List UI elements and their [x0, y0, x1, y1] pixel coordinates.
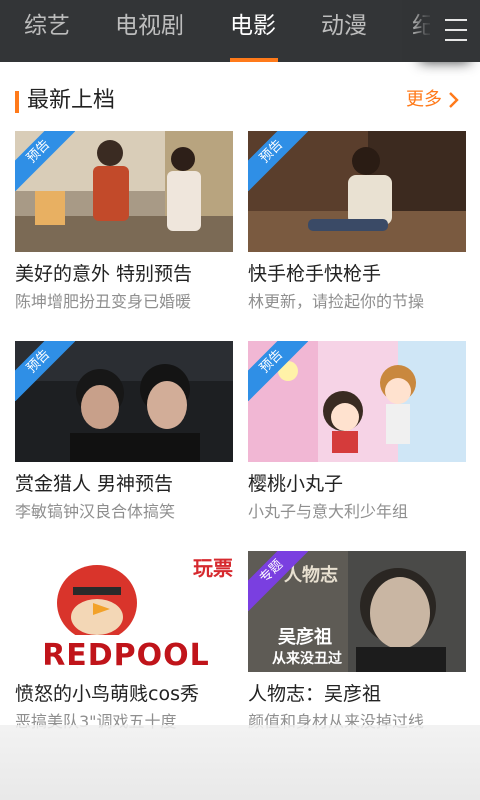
video-subtitle: 小丸子与意大利少年组 [248, 502, 409, 521]
video-thumbnail[interactable]: REDPOOL 玩票 [15, 551, 233, 672]
video-title[interactable]: 愤怒的小鸟萌贱cos秀 [15, 681, 233, 707]
video-thumbnail[interactable]: 人物志 吴彦祖 从来没丑过 专题 [248, 551, 466, 672]
video-card[interactable]: 预告 樱桃小丸子 小丸子与意大利少年组 [248, 341, 466, 523]
preview-badge: 预告 [15, 341, 75, 401]
tab-variety[interactable]: 综艺 [24, 10, 70, 42]
video-subtitle: 林更新，请捡起你的节操 [248, 292, 425, 311]
category-tab-bar: 综艺 电视剧 电影 动漫 纪 [0, 0, 480, 62]
preview-badge: 预告 [248, 131, 308, 191]
poster-name-text: 吴彦祖 [278, 626, 332, 648]
menu-button[interactable] [430, 0, 480, 62]
section-title: 最新上档 [27, 88, 116, 113]
poster-title-text: REDPOOL [42, 638, 210, 672]
tab-tv-series[interactable]: 电视剧 [115, 10, 184, 42]
video-thumbnail[interactable]: 预告 [248, 131, 466, 252]
thumbnail-image: REDPOOL 玩票 [15, 551, 233, 672]
video-card[interactable]: 预告 美好的意外 特别预告 陈坤增肥扮丑变身已婚暖 [15, 131, 233, 313]
video-thumbnail[interactable]: 预告 [248, 341, 466, 462]
video-card[interactable]: 人物志 吴彦祖 从来没丑过 专题 人物志：吴彦祖 颜值和身材从来没掉过线 [248, 551, 466, 733]
video-title[interactable]: 赏金猎人 男神预告 [15, 471, 233, 497]
video-card[interactable]: 预告 赏金猎人 男神预告 李敏镐钟汉良合体搞笑 [15, 341, 233, 523]
tab-anime[interactable]: 动漫 [321, 10, 367, 42]
preview-badge: 预告 [248, 341, 308, 401]
topic-badge: 专题 [248, 551, 308, 611]
section-header: 最新上档 更多 [0, 62, 480, 132]
video-card[interactable]: 预告 快手枪手快枪手 林更新，请捡起你的节操 [248, 131, 466, 313]
poster-tagline-text: 从来没丑过 [272, 650, 342, 667]
preview-badge: 预告 [15, 131, 75, 191]
video-title[interactable]: 美好的意外 特别预告 [15, 261, 233, 287]
video-title[interactable]: 人物志：吴彦祖 [248, 681, 466, 707]
video-thumbnail[interactable]: 预告 [15, 341, 233, 462]
video-thumbnail[interactable]: 预告 [15, 131, 233, 252]
poster-brand-text: 玩票 [193, 556, 233, 580]
tab-documentary[interactable]: 纪 [412, 10, 430, 42]
video-title[interactable]: 快手枪手快枪手 [248, 261, 466, 287]
video-card[interactable]: REDPOOL 玩票 愤怒的小鸟萌贱cos秀 恶搞美队3"调戏五十度 [15, 551, 233, 733]
chevron-right-icon[interactable] [446, 92, 462, 108]
tab-strip[interactable]: 综艺 电视剧 电影 动漫 纪 [0, 0, 430, 62]
section-accent-bar [15, 91, 19, 113]
video-subtitle: 李敏镐钟汉良合体搞笑 [15, 502, 176, 521]
more-link[interactable]: 更多 [406, 87, 442, 113]
app-screen: 综艺 电视剧 电影 动漫 纪 最新上档 更多 预告 美好的意外 特别预告 陈坤增… [0, 0, 480, 800]
video-title[interactable]: 樱桃小丸子 [248, 471, 466, 497]
video-subtitle: 陈坤增肥扮丑变身已婚暖 [15, 292, 192, 311]
tab-movies[interactable]: 电影 [230, 10, 276, 42]
bottom-overlay [0, 725, 480, 800]
